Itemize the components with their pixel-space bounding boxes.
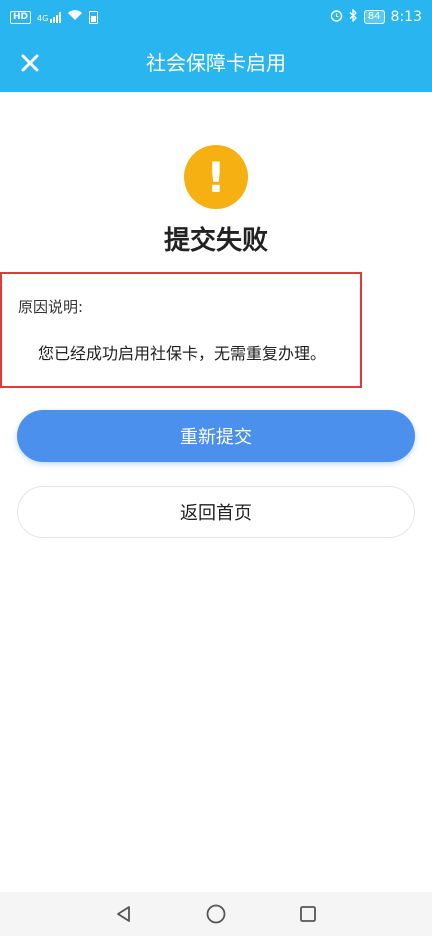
status-bar-left: HD 4G: [10, 9, 99, 25]
battery-indicator: 84: [363, 10, 385, 24]
reason-label: 原因说明:: [18, 298, 84, 316]
reason-text: 您已经成功启用社保卡，无需重复办理。: [38, 344, 327, 363]
system-nav-bar: [0, 892, 432, 936]
page-title: 社会保障卡启用: [146, 51, 286, 75]
wifi-icon: [67, 9, 83, 25]
bluetooth-icon: [349, 7, 358, 26]
small-battery-icon: [89, 10, 99, 24]
close-button[interactable]: [10, 43, 50, 83]
title-bar: 社会保障卡启用: [0, 34, 432, 92]
recents-square-icon[interactable]: [296, 902, 320, 926]
status-bar-right: 84 8:13: [330, 7, 422, 26]
back-triangle-icon[interactable]: [112, 902, 136, 926]
result-title: 提交失败: [163, 226, 268, 256]
home-circle-icon[interactable]: [204, 902, 228, 926]
hd-badge: HD: [10, 10, 32, 24]
clock: 8:13: [390, 9, 422, 25]
network-label: 4G: [37, 13, 49, 23]
resubmit-button-label: 重新提交: [180, 427, 252, 448]
close-icon: [21, 54, 39, 72]
return-home-button-label: 返回首页: [180, 503, 252, 524]
alarm-icon: [330, 9, 343, 26]
status-bar: HD 4G 84 8:13: [0, 0, 432, 34]
signal-icon: 4G: [37, 11, 62, 23]
reason-box: 原因说明: 您已经成功启用社保卡，无需重复办理。: [0, 272, 362, 388]
return-home-button[interactable]: 返回首页: [17, 486, 415, 538]
warning-icon: !: [184, 145, 248, 209]
resubmit-button[interactable]: 重新提交: [17, 410, 415, 462]
